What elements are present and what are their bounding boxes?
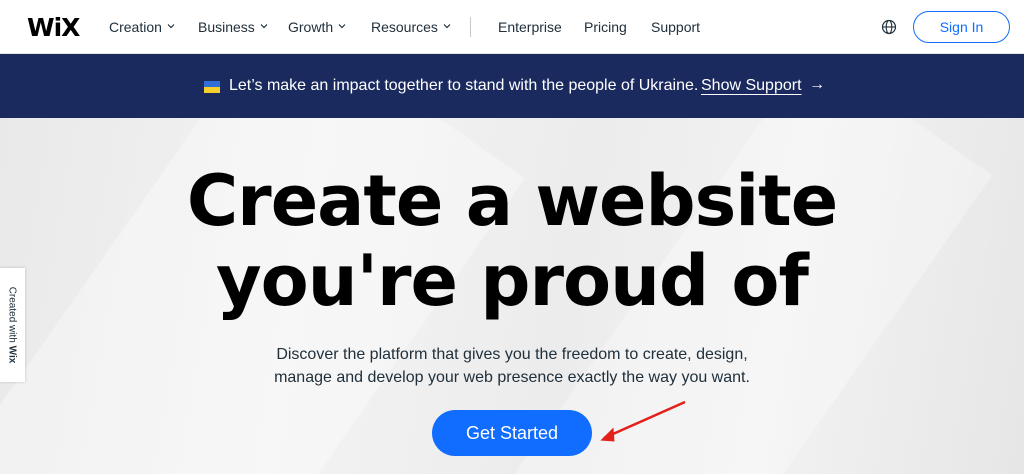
- nav-item-label: Growth: [288, 19, 334, 35]
- chevron-down-icon: [260, 24, 268, 29]
- globe-icon[interactable]: [881, 19, 897, 35]
- banner-message: Let’s make an impact together to stand w…: [229, 77, 699, 94]
- hero-headline-line1: Create a website: [186, 160, 838, 242]
- nav-item-growth[interactable]: Growth: [288, 19, 347, 35]
- hero-subtitle: Discover the platform that gives you the…: [274, 346, 750, 386]
- chevron-down-icon: [167, 24, 175, 29]
- show-support-link[interactable]: Show Support: [701, 77, 802, 95]
- nav-item-creation[interactable]: Creation: [109, 19, 176, 35]
- nav-item-label: Business: [198, 19, 255, 35]
- nav-item-label: Resources: [371, 19, 438, 35]
- ukraine-support-banner: Let’s make an impact together to stand w…: [0, 54, 1024, 118]
- chevron-down-icon: [443, 24, 451, 29]
- nav-item-resources[interactable]: Resources: [371, 19, 452, 35]
- wix-logo[interactable]: WiX: [27, 13, 80, 42]
- get-started-button[interactable]: Get Started: [432, 410, 592, 456]
- chevron-down-icon: [338, 24, 346, 29]
- hero-headline-line2: you're proud of: [216, 240, 809, 322]
- side-tab-label: Created with Wix: [6, 286, 18, 364]
- sign-in-button[interactable]: Sign In: [913, 11, 1010, 43]
- red-arrow-annotation-icon: [600, 400, 686, 442]
- created-with-wix-tab[interactable]: Created with Wix: [0, 268, 25, 382]
- ukraine-flag-icon: [204, 81, 220, 93]
- nav-divider: [470, 17, 471, 37]
- nav-item-enterprise[interactable]: Enterprise: [498, 19, 562, 35]
- nav-item-label: Creation: [109, 19, 162, 35]
- nav-item-support[interactable]: Support: [651, 19, 700, 35]
- hero-section: Create a website you're proud of Discove…: [0, 118, 1024, 474]
- top-navigation: WiX Creation Business Growth Resources E…: [0, 0, 1024, 54]
- nav-item-pricing[interactable]: Pricing: [584, 19, 627, 35]
- nav-item-business[interactable]: Business: [198, 19, 269, 35]
- arrow-right-icon[interactable]: →: [809, 76, 825, 94]
